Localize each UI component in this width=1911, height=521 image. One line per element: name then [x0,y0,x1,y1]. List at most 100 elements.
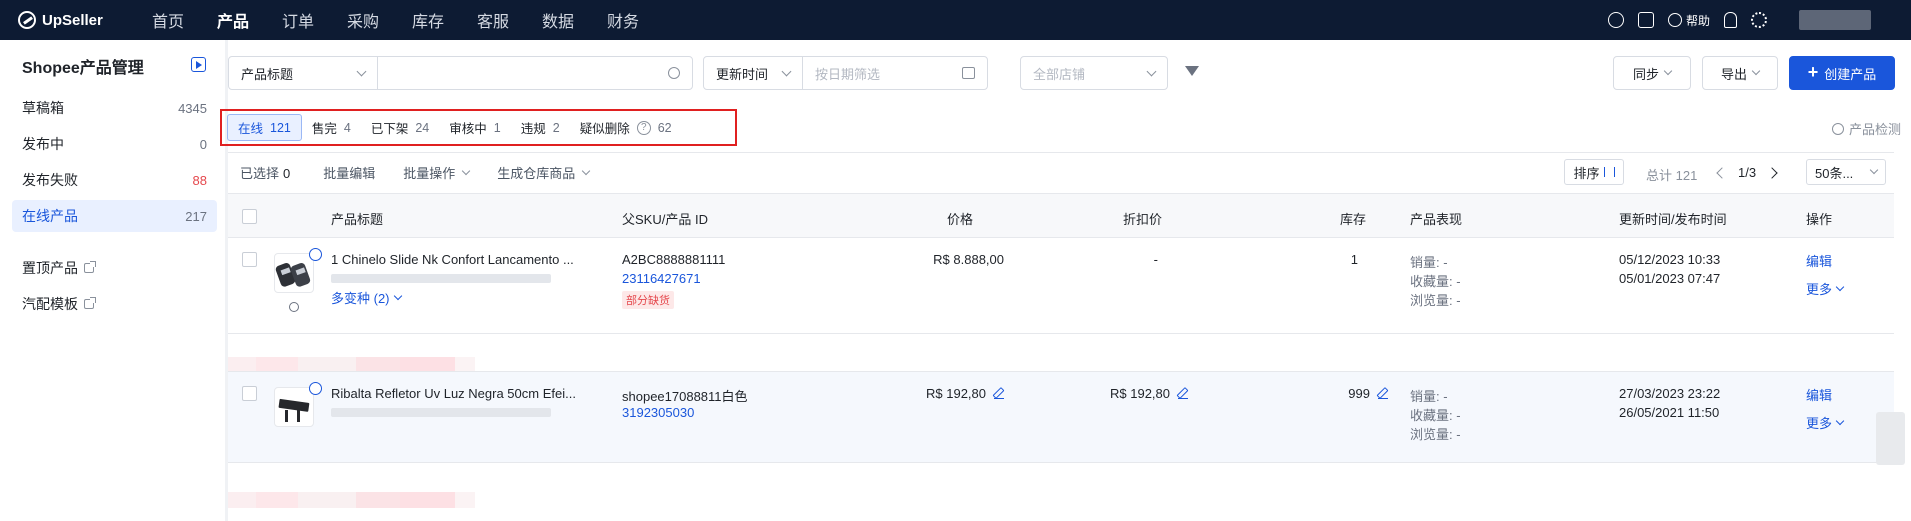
pin-icon[interactable] [309,382,322,395]
product-title[interactable]: 1 Chinelo Slide Nk Confort Lancamento ..… [331,252,574,267]
scrollbar-thumb[interactable] [1876,412,1905,465]
edit-price-icon[interactable] [994,389,1004,399]
stock-status-badge: 部分缺货 [622,291,674,309]
nav-customer-service[interactable]: 客服 [469,8,534,32]
sidebar-link-auto-parts-template[interactable]: 汽配模板 [22,294,96,314]
filter-icon[interactable] [1185,66,1199,76]
edit-link[interactable]: 编辑 [1806,251,1832,270]
table-header: 产品标题 父SKU/产品 ID 价格 折扣价 库存 产品表现 更新时间/发布时间… [228,193,1894,238]
sidebar-item-drafts[interactable]: 草稿箱 4345 [12,92,217,124]
product-detect-link[interactable]: 产品检测 [1831,119,1901,138]
product-id-link[interactable]: 3192305030 [622,405,694,420]
tab-label: 在线 [238,122,264,136]
tab-sold-out[interactable]: 售完 4 [302,114,361,141]
export-button[interactable]: 导出 [1702,56,1778,90]
tab-label: 审核中 [449,122,487,136]
row-checkbox[interactable] [242,386,257,401]
nav-purchase[interactable]: 采购 [339,8,404,32]
search-icon[interactable] [668,67,680,79]
video-tutorial-icon[interactable] [191,57,206,72]
nav-right-tools: 帮助 [1607,0,1871,40]
views-metric: 浏览量: - [1410,293,1461,308]
sort-button[interactable]: 排序 [1564,159,1624,185]
discount-value: R$ 192,80 [1110,386,1170,401]
pin-icon[interactable] [309,248,322,261]
edit-link[interactable]: 编辑 [1806,385,1832,404]
stock-value: 1 [1350,252,1358,267]
price-cell: R$ 192,80 [878,386,1004,401]
product-title[interactable]: Ribalta Refletor Uv Luz Negra 50cm Efei.… [331,386,576,401]
external-link-icon [84,297,96,309]
tab-online[interactable]: 在线 121 [227,114,302,141]
product-thumbnail[interactable] [274,253,314,293]
batch-edit-label: 批量编辑 [323,166,376,181]
calendar-icon [962,67,975,79]
time-type-select[interactable]: 更新时间 [703,56,803,90]
next-page-icon[interactable] [1766,166,1778,179]
more-label: 更多 [1806,416,1833,431]
apps-grid-icon[interactable] [1637,12,1654,28]
tab-suspected-deleted[interactable]: 疑似删除 ? 62 [570,114,682,141]
sync-button[interactable]: 同步 [1613,56,1691,90]
help-question-icon[interactable]: ? [636,120,651,135]
prev-page-icon[interactable] [1716,166,1728,179]
sidebar-item-publish-failed[interactable]: 发布失败 88 [12,164,217,196]
price-value: R$ 8.888,00 [933,252,1004,267]
nav-home[interactable]: 首页 [144,8,209,32]
select-all-checkbox[interactable] [242,209,257,224]
sidebar-item-publishing[interactable]: 发布中 0 [12,128,217,160]
title-field-select[interactable]: 产品标题 [228,56,378,90]
sync-label: 同步 [1632,66,1659,82]
row-checkbox[interactable] [242,252,257,267]
edit-discount-icon[interactable] [1178,389,1188,399]
variants-toggle[interactable]: 多变种 (2) [331,288,402,307]
gear-icon[interactable] [1751,12,1767,28]
globe-icon[interactable] [1607,12,1624,28]
batch-edit-button[interactable]: 批量编辑 [323,163,375,182]
nav-inventory[interactable]: 库存 [404,8,469,32]
date-range-input[interactable]: 按日期筛选 [802,56,988,90]
tab-count: 24 [415,120,430,135]
plus-icon: + [1807,61,1819,82]
bell-icon[interactable] [1724,12,1737,28]
discount-cell: R$ 192,80 [1058,386,1188,401]
nav-finance[interactable]: 财务 [599,8,664,32]
tab-delisted[interactable]: 已下架 24 [361,114,439,141]
sidebar-link-pinned-products[interactable]: 置顶产品 [22,258,96,278]
help-button[interactable]: 帮助 [1667,12,1710,29]
user-account[interactable] [1799,10,1871,30]
tab-violation[interactable]: 违规 2 [511,114,570,141]
page-size-select[interactable]: 50条... [1806,159,1886,185]
chevron-down-icon [356,66,367,76]
col-performance: 产品表现 [1410,212,1463,227]
product-id-link[interactable]: 23116427671 [622,271,701,286]
col-sku: 父SKU/产品 ID [622,212,708,227]
more-dropdown[interactable]: 更多 [1806,279,1845,298]
brand-logo[interactable]: UpSeller [18,11,144,29]
edit-stock-icon[interactable] [1378,389,1388,399]
sidebar-item-online-products[interactable]: 在线产品 217 [12,200,217,232]
chevron-down-icon [582,166,591,175]
generate-warehouse-dropdown[interactable]: 生成仓库商品 [497,163,591,182]
published-time: 26/05/2021 11:50 [1619,405,1720,420]
inspect-icon [1831,122,1844,135]
pagination: 1/3 [1716,165,1778,180]
store-select[interactable]: 全部店铺 [1020,56,1168,90]
more-dropdown[interactable]: 更多 [1806,413,1845,432]
time-type-value: 更新时间 [716,66,769,82]
favorites-metric: 收藏量: - [1410,274,1461,289]
create-product-button[interactable]: + 创建产品 [1789,56,1895,90]
nav-orders[interactable]: 订单 [274,8,339,32]
nav-data[interactable]: 数据 [534,8,599,32]
store-placeholder: 全部店铺 [1033,66,1086,82]
search-input[interactable] [377,56,693,90]
tab-under-review[interactable]: 审核中 1 [439,114,510,141]
product-thumbnail[interactable] [274,387,314,427]
link-icon[interactable] [286,299,302,315]
table-row: 1 Chinelo Slide Nk Confort Lancamento ..… [228,238,1894,334]
nav-products[interactable]: 产品 [209,8,274,32]
discount-value: - [1153,252,1158,267]
batch-ops-dropdown[interactable]: 批量操作 [403,163,471,182]
stock-value: 999 [1348,386,1370,401]
total-count: 总计 121 [1646,168,1698,183]
